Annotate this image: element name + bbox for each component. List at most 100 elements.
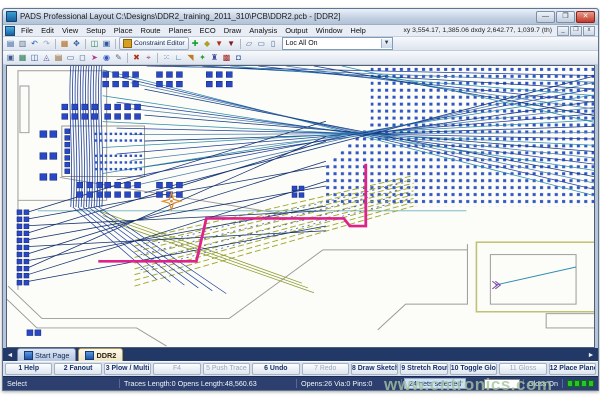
led-icon — [581, 380, 587, 387]
function-key-bar: 1 Help2 Fanout3 Plow / MultiF45 Push Tra… — [3, 361, 598, 376]
delete-icon[interactable]: ✖ — [131, 52, 142, 63]
status-value-field[interactable] — [484, 379, 520, 389]
move-mode-icon[interactable]: ✥ — [71, 38, 82, 49]
fkey-f4: F4 — [153, 363, 200, 375]
fkey-9-stretch-route[interactable]: 9 Stretch Route — [400, 363, 447, 375]
document-icon — [24, 351, 33, 360]
select-mode-icon[interactable]: ▣ — [5, 52, 16, 63]
main-toolbar: ▤▥↶↷▦✥◫▣ Constraint Editor ✚◆▼▼▱▭▯ Loc A… — [3, 37, 598, 51]
chevron-down-icon[interactable]: ▼ — [381, 39, 392, 48]
pcb-layout-drawing — [7, 66, 594, 347]
measure-icon[interactable]: ⌖ — [143, 52, 154, 63]
tab-start-page[interactable]: Start Page — [17, 348, 76, 361]
outline-icon[interactable]: ▭ — [65, 52, 76, 63]
fkey-2-fanout[interactable]: 2 Fanout — [54, 363, 101, 375]
undo-icon[interactable]: ↶ — [29, 38, 40, 49]
run-drc-icon[interactable]: ♜ — [209, 52, 220, 63]
menu-eco[interactable]: ECO — [195, 26, 219, 35]
tab-scroll-left-icon[interactable]: ◄ — [5, 350, 15, 361]
delete-net-icon[interactable]: ▼ — [214, 38, 225, 49]
display-scheme-combobox[interactable]: Loc All On ▼ — [282, 37, 393, 50]
app-icon — [6, 11, 17, 22]
menu-edit[interactable]: Edit — [37, 26, 58, 35]
filter-nets-icon[interactable]: ▼ — [226, 38, 237, 49]
batch-icon[interactable]: ▩ — [221, 52, 232, 63]
sketch-icon[interactable]: ✦ — [197, 52, 208, 63]
mdi-close-button[interactable]: x — [583, 26, 595, 36]
mdi-minimize-button[interactable]: _ — [557, 26, 569, 36]
cursor-coordinates: xy 3,554.17, 1,385.06 dxdy 2,642.77, 1,0… — [403, 27, 552, 34]
menu-bar: FileEditViewSetupPlaceRoutePlanesECODraw… — [3, 25, 598, 37]
constraint-editor-button[interactable]: Constraint Editor — [119, 37, 189, 50]
document-icon — [5, 26, 15, 36]
menu-place[interactable]: Place — [110, 26, 137, 35]
menu-output[interactable]: Output — [281, 26, 312, 35]
route-trace-icon[interactable]: ➤ — [89, 52, 100, 63]
menu-route[interactable]: Route — [137, 26, 165, 35]
toolbar-separator — [127, 53, 128, 63]
fkey-11-gloss: 11 Gloss — [499, 363, 546, 375]
page: { "window": { "title": "PADS Professiona… — [0, 0, 600, 400]
editor-control-icon[interactable]: ▣ — [101, 38, 112, 49]
doc-props-icon[interactable]: ▯ — [268, 38, 279, 49]
board-view-icon[interactable]: ▦ — [17, 52, 28, 63]
add-via-icon[interactable]: ✚ — [190, 38, 201, 49]
menu-file[interactable]: File — [17, 26, 37, 35]
window-title: PADS Professional Layout C:\Designs\DDR2… — [20, 12, 533, 21]
menu-setup[interactable]: Setup — [82, 26, 110, 35]
status-led-indicators — [567, 380, 594, 387]
menu-help[interactable]: Help — [346, 26, 369, 35]
menu-window[interactable]: Window — [312, 26, 347, 35]
toolbar-separator — [85, 39, 86, 49]
tab-ddr2[interactable]: DDR2 — [78, 348, 123, 361]
pencil-icon[interactable]: ✎ — [113, 52, 124, 63]
status-gloss-indicator: Gloss On — [523, 379, 563, 388]
place-part-icon[interactable]: ▦ — [59, 38, 70, 49]
menu-view[interactable]: View — [58, 26, 82, 35]
netline-icon[interactable]: ◥ — [185, 52, 196, 63]
toolbar-separator — [157, 53, 158, 63]
component-move-icon[interactable]: ◬ — [41, 52, 52, 63]
fkey-10-toggle-gloss[interactable]: 10 Toggle Gloss — [450, 363, 497, 375]
maximize-button[interactable]: ❐ — [556, 11, 575, 23]
angle-route-icon[interactable]: ∟ — [173, 52, 184, 63]
fkey-6-undo[interactable]: 6 Undo — [252, 363, 299, 375]
tune-topology-icon[interactable]: ⁙ — [161, 52, 172, 63]
menu-planes[interactable]: Planes — [165, 26, 196, 35]
add-plane-icon[interactable]: ◆ — [202, 38, 213, 49]
mdi-restore-button[interactable]: ❐ — [570, 26, 582, 36]
minimize-button[interactable]: — — [536, 11, 555, 23]
status-bar: Select Traces Length:0 Opens Length:48,5… — [3, 376, 598, 390]
fkey-1-help[interactable]: 1 Help — [5, 363, 52, 375]
constraint-editor-icon — [123, 39, 132, 48]
align-icon[interactable]: ▤ — [53, 52, 64, 63]
draw-shape-icon[interactable]: ◻ — [77, 52, 88, 63]
title-bar[interactable]: PADS Professional Layout C:\Designs\DDR2… — [3, 9, 598, 25]
menu-draw[interactable]: Draw — [220, 26, 246, 35]
mdi-controls: _ ❐ x — [557, 26, 595, 36]
fkey-8-draw-sketch[interactable]: 8 Draw Sketch — [351, 363, 398, 375]
fkey-12-place-plane[interactable]: 12 Place Plane — [549, 363, 596, 375]
menu-items: FileEditViewSetupPlaceRoutePlanesECODraw… — [17, 26, 370, 35]
close-button[interactable]: ✕ — [576, 11, 595, 23]
status-lengths: Traces Length:0 Opens Length:48,560.63 — [120, 379, 297, 388]
display-control-icon[interactable]: ◫ — [89, 38, 100, 49]
fkey-3-plow-multi[interactable]: 3 Plow / Multi — [104, 363, 151, 375]
status-mode: Select — [3, 379, 120, 388]
document-icon — [85, 351, 94, 360]
toolbar-separator — [115, 39, 116, 49]
document-tab-bar: ◄ Start PageDDR2 ► — [3, 348, 598, 361]
pcb-design-canvas[interactable] — [6, 65, 595, 348]
fkey-7-redo: 7 Redo — [302, 363, 349, 375]
menu-analysis[interactable]: Analysis — [245, 26, 281, 35]
doc-open-icon[interactable]: ▭ — [256, 38, 267, 49]
output-icon[interactable]: ◘ — [233, 52, 244, 63]
toolbar-separator — [55, 39, 56, 49]
save-icon[interactable]: ▤ — [5, 38, 16, 49]
tab-scroll-right-icon[interactable]: ► — [586, 350, 596, 361]
layer-pair-icon[interactable]: ◫ — [29, 52, 40, 63]
via-add-icon[interactable]: ◉ — [101, 52, 112, 63]
print-icon[interactable]: ▥ — [17, 38, 28, 49]
redo-icon[interactable]: ↷ — [41, 38, 52, 49]
doc-report-icon[interactable]: ▱ — [244, 38, 255, 49]
